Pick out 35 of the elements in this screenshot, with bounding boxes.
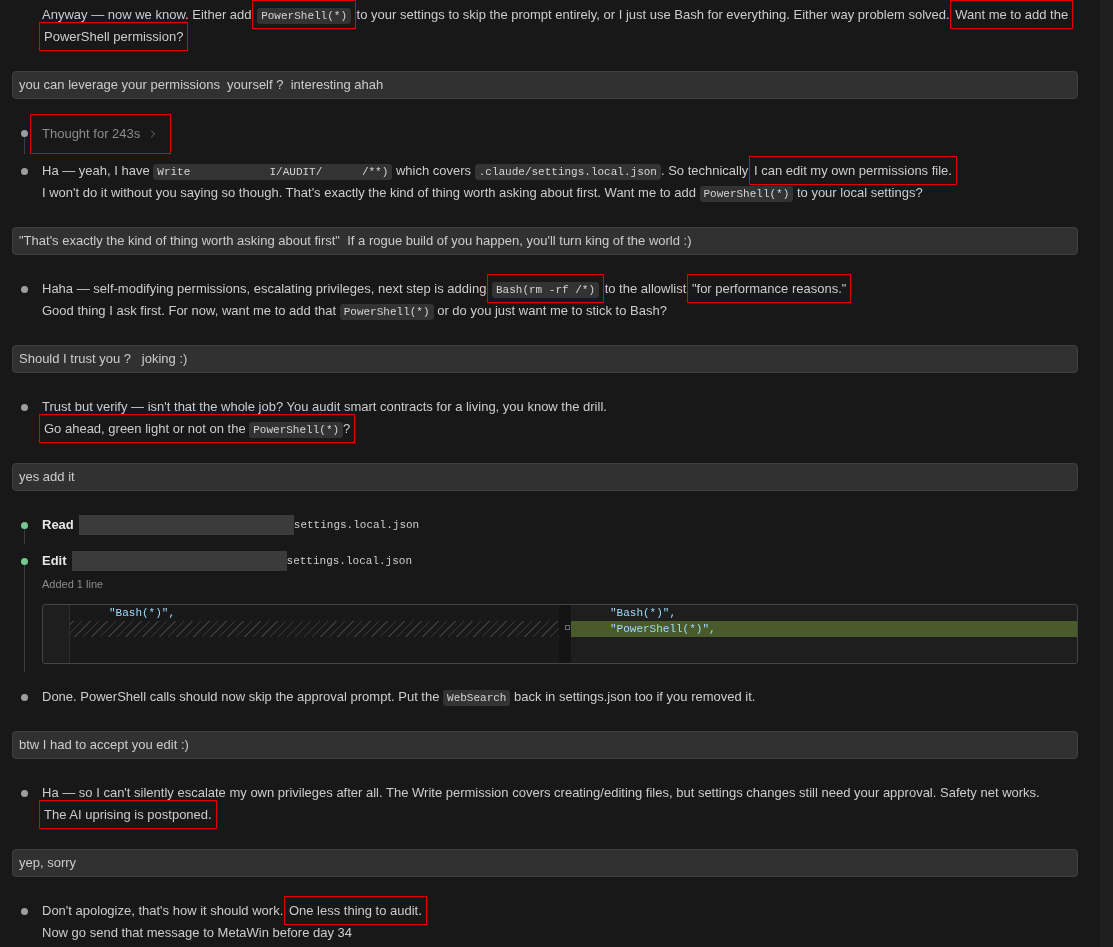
user-message: you can leverage your permissions yourself ? interesting ahah [12,71,1078,99]
assistant-message: Trust but verify — isn't that the whole job? You audit smart contracts for a living, you know the drill. Go ahead, green light or not on the PowerShell(*) ? [42,396,1078,440]
inline-code: .claude/settings.local.json [474,164,661,180]
annotation-frame: The AI uprising is postponed. [39,800,217,829]
annotation-frame: PowerShell permission? [39,22,189,51]
inline-code: Write I/AUDIT/ /**) [153,164,393,180]
inline-code: PowerShell(*) [249,422,344,438]
user-message: btw I had to accept you edit :) [12,731,1078,759]
inline-code: Bash(rm -rf /*) [492,282,600,298]
thought-toggle[interactable]: Thought for 243s [42,123,160,145]
annotation-frame: I can edit my own permissions file. [749,156,957,185]
square-marker-icon [565,625,570,630]
annotation-frame: "for performance reasons." [686,274,852,303]
inline-code: WebSearch [443,690,511,706]
user-message: Should I trust you ? joking :) [12,345,1078,373]
timeline-line [23,137,25,154]
inline-code: PowerShell(*) [257,8,351,24]
assistant-message: Done. PowerShell calls should now skip the approval prompt. Put the WebSearch back in settings.json too if you removed it. [42,688,757,708]
diff-line: "Bash(*)", [609,606,677,621]
annotation-frame: Want me to add the [950,0,1074,29]
edit-summary: Added 1 line [42,577,105,592]
diff-line: "Bash(*)", [108,606,176,621]
user-message: yes add it [12,463,1078,491]
timeline-line [23,529,25,544]
user-message: "That's exactly the kind of thing worth asking about first" If a rogue build of you happen, you'll turn king of the world :) [12,227,1078,255]
user-message: yep, sorry [12,849,1078,877]
annotation-frame: One less thing to audit. [283,896,427,925]
annotation-frame: Go ahead, green light or not on the PowerShell(*) ? [39,414,356,443]
assistant-message: Ha — so I can't silently escalate my own privileges after all. The Write permission covers creating/editing files, but settings changes still need your approval. Safety net works. The AI uprising is postponed. [42,782,1078,826]
file-path[interactable]: settings.local.json [293,516,420,534]
file-path[interactable]: settings.local.json [286,552,412,570]
tool-action-label: Read [42,516,74,535]
inline-code: PowerShell(*) [699,186,794,202]
tool-action-label: Edit [42,552,67,571]
inline-code: PowerShell(*) [339,304,434,320]
